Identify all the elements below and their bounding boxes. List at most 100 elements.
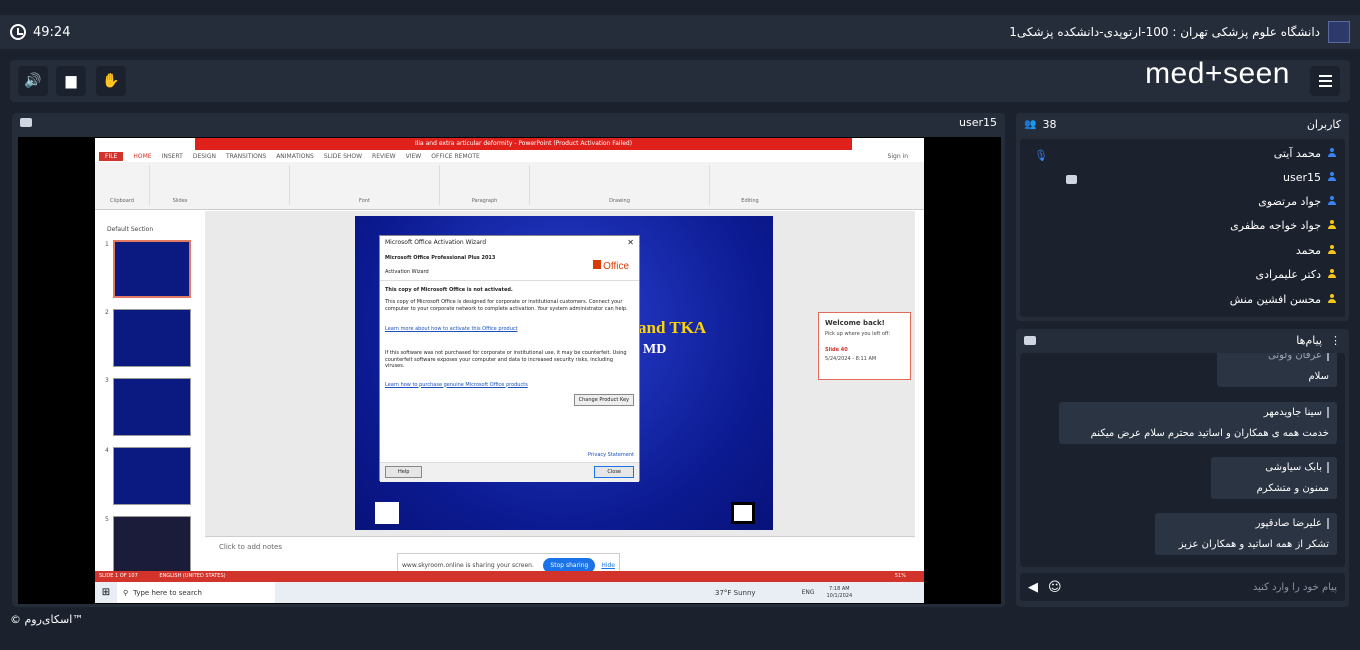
slide-number: 2 bbox=[105, 309, 109, 316]
user-name: محمد bbox=[1295, 243, 1321, 257]
slide-number: 4 bbox=[105, 447, 109, 454]
language-status: ENGLISH (UNITED STATES) bbox=[159, 573, 226, 579]
logo-left bbox=[375, 502, 399, 524]
emoji-icon[interactable]: ☺ bbox=[1048, 580, 1062, 595]
taskbar-search-text: Type here to search bbox=[133, 588, 202, 597]
clock-icon bbox=[10, 24, 26, 40]
chat-message: سینا جاویدمهر خدمت همه ی همکاران و اساتی… bbox=[1059, 402, 1337, 444]
stage-header: user15 bbox=[12, 113, 1005, 133]
tab-office-remote[interactable]: OFFICE REMOTE bbox=[431, 153, 480, 160]
slide-thumb-1[interactable] bbox=[113, 240, 191, 298]
taskbar-search[interactable]: ⚲ Type here to search bbox=[117, 582, 275, 603]
hand-icon: ✋ bbox=[102, 73, 120, 89]
user-name: جواد خواجه مظفری bbox=[1230, 218, 1321, 232]
tab-home[interactable]: HOME bbox=[133, 153, 151, 160]
section-label: Default Section bbox=[107, 226, 154, 233]
dialog-close-button[interactable]: Close bbox=[594, 466, 634, 478]
search-icon: ⚲ bbox=[123, 588, 129, 597]
tab-review[interactable]: REVIEW bbox=[372, 153, 396, 160]
toolbar: 🔊 ▆ ✋ med+seen bbox=[10, 57, 1350, 102]
user-row[interactable]: دکتر علیمرادی bbox=[1255, 264, 1337, 284]
tab-transitions[interactable]: TRANSITIONS bbox=[226, 153, 266, 160]
room-title-text: دانشگاه علوم پزشکی تهران : 100-ارتوپدی-د… bbox=[1009, 25, 1320, 39]
users-header: 👥 38 کاربران bbox=[1016, 113, 1349, 135]
close-icon[interactable]: ✕ bbox=[627, 238, 634, 247]
welcome-text: Pick up where you left off: bbox=[825, 331, 891, 337]
sign-in-link[interactable]: Sign in bbox=[888, 153, 908, 160]
group-drawing: Drawing bbox=[530, 165, 710, 205]
message-author: بابک سیاوشی bbox=[1219, 462, 1329, 473]
welcome-back-popup[interactable]: Welcome back! Pick up where you left off… bbox=[818, 312, 911, 380]
more-options-icon[interactable]: ⋮ bbox=[1330, 334, 1341, 347]
tab-view[interactable]: VIEW bbox=[406, 153, 422, 160]
screen-share-icon bbox=[20, 118, 32, 127]
tab-slide-show[interactable]: SLIDE SHOW bbox=[324, 153, 362, 160]
raise-hand-button[interactable]: ✋ bbox=[96, 66, 126, 96]
user-icon bbox=[1327, 245, 1337, 255]
slide-thumb-2[interactable] bbox=[113, 309, 191, 367]
slide-thumb-4[interactable] bbox=[113, 447, 191, 505]
slide-thumb-5[interactable] bbox=[113, 516, 191, 574]
dialog-link-activate[interactable]: Learn more about how to activate this Of… bbox=[380, 312, 639, 332]
slide-title-fragment: and TKA bbox=[638, 318, 707, 337]
ppt-title-bar: Ilia and extra articular deformity - Pow… bbox=[95, 138, 924, 150]
change-product-key-button[interactable]: Change Product Key bbox=[573, 394, 634, 406]
share-text: www.skyroom.online is sharing your scree… bbox=[402, 562, 534, 569]
user-row[interactable]: جواد خواجه مظفری bbox=[1230, 215, 1337, 235]
slide-thumb-3[interactable] bbox=[113, 378, 191, 436]
presenter-name: user15 bbox=[959, 116, 997, 129]
user-name: دکتر علیمرادی bbox=[1255, 267, 1321, 281]
group-font: Font bbox=[290, 165, 440, 205]
chat-messages: عرفان ولوتی سلام سینا جاویدمهر خدمت همه … bbox=[1020, 353, 1345, 567]
session-timer: 49:24 bbox=[10, 24, 70, 40]
tab-file[interactable]: FILE bbox=[99, 151, 124, 161]
ppt-window-title: Ilia and extra articular deformity - Pow… bbox=[195, 138, 852, 150]
tab-design[interactable]: DESIGN bbox=[193, 153, 216, 160]
welcome-title: Welcome back! bbox=[825, 319, 885, 327]
users-icon: 👥 bbox=[1024, 118, 1037, 130]
user-icon bbox=[1327, 172, 1337, 182]
user-row[interactable]: محمد bbox=[1296, 240, 1337, 260]
dialog-paragraph-1: This copy of Microsoft Office is designe… bbox=[385, 299, 628, 312]
windows-start-icon[interactable]: ⊞ bbox=[95, 587, 117, 598]
users-panel: 👥 38 کاربران 🎙 محمد آیتی user15 جواد مرت… bbox=[1016, 113, 1349, 321]
menu-button[interactable] bbox=[1310, 66, 1340, 96]
slide-number: 1 bbox=[105, 241, 109, 248]
user-icon bbox=[1327, 196, 1337, 206]
dialog-link-purchase[interactable]: Learn how to purchase genuine Microsoft … bbox=[380, 370, 639, 388]
chat-message: بابک سیاوشی ممنون و متشکرم bbox=[1211, 457, 1337, 499]
user-row[interactable]: محمد آیتی bbox=[1274, 143, 1337, 163]
help-button[interactable]: Help bbox=[385, 466, 423, 478]
message-author: سینا جاویدمهر bbox=[1067, 407, 1329, 418]
timer-value: 49:24 bbox=[33, 24, 71, 40]
media-button[interactable]: ▆ bbox=[56, 66, 86, 96]
group-slides: Slides bbox=[150, 165, 290, 205]
speaker-button[interactable]: 🔊 bbox=[18, 66, 48, 96]
chat-message: علیرضا صادقپور تشکر از همه اساتید و همکا… bbox=[1155, 513, 1337, 555]
user-row[interactable]: user15 bbox=[1283, 167, 1337, 187]
chat-header: پیام‌ها ⋮ bbox=[1016, 329, 1349, 351]
message-text: خدمت همه ی همکاران و اساتید محترم سلام ع… bbox=[1090, 428, 1329, 439]
dialog-paragraph-2: If this software was not purchased for c… bbox=[385, 350, 627, 369]
privacy-link[interactable]: Privacy Statement bbox=[588, 452, 634, 458]
send-icon[interactable]: ◀ bbox=[1028, 580, 1038, 595]
tab-animations[interactable]: ANIMATIONS bbox=[276, 153, 314, 160]
chat-input-placeholder: پیام خود را وارد کنید bbox=[1252, 581, 1337, 593]
user-icon bbox=[1327, 148, 1337, 158]
tab-insert[interactable]: INSERT bbox=[162, 153, 183, 160]
user-row[interactable]: جواد مرتضوی bbox=[1258, 191, 1337, 211]
slide-number: 5 bbox=[105, 516, 109, 523]
message-author: علیرضا صادقپور bbox=[1163, 518, 1329, 529]
chat-message: عرفان ولوتی سلام bbox=[1217, 353, 1337, 387]
slide-number: 3 bbox=[105, 377, 109, 384]
group-editing: Editing bbox=[741, 198, 759, 204]
taskbar-time: 7:18 AM bbox=[829, 585, 850, 592]
chat-input[interactable]: ◀ ☺ پیام خود را وارد کنید bbox=[1020, 573, 1345, 601]
slide-thumbnails: Default Section 1 2 3 4 5 bbox=[95, 211, 205, 574]
user-row[interactable]: محسن افشین منش bbox=[1230, 289, 1337, 309]
hide-button[interactable]: Hide bbox=[601, 562, 615, 569]
zoom-level[interactable]: 51% bbox=[895, 573, 906, 579]
chat-title: پیام‌ها bbox=[1296, 333, 1322, 347]
message-text: سلام bbox=[1308, 371, 1329, 382]
group-clipboard: Clipboard bbox=[95, 165, 150, 205]
